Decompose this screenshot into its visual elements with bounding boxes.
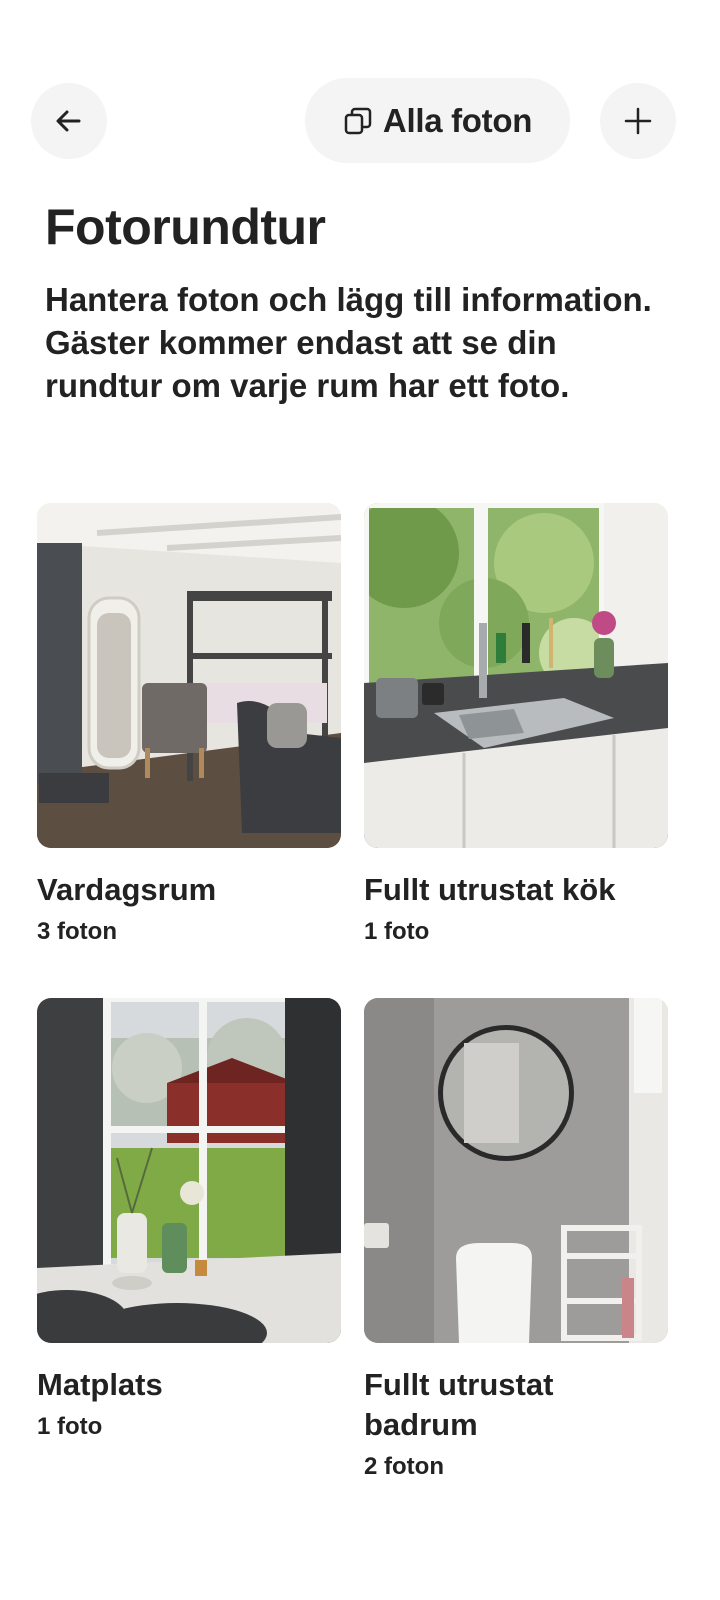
copy-stack-icon [344, 107, 372, 134]
page-title: Fotorundtur [45, 199, 326, 255]
room-card-bathroom[interactable]: Fullt utrustat badrum 2 foton [364, 998, 668, 1483]
room-photo-count: 1 foto [364, 918, 430, 945]
room-card-living-room[interactable]: Vardagsrum 3 foton [37, 503, 341, 948]
bathroom-photo [364, 998, 668, 1343]
dining-area-photo [37, 998, 341, 1343]
room-title: Fullt utrustat kök [364, 872, 616, 907]
plus-icon [624, 107, 652, 135]
room-card-kitchen[interactable]: Fullt utrustat kök 1 foto [364, 503, 668, 948]
room-photo-count: 2 foton [364, 1453, 444, 1480]
arrow-left-icon [56, 110, 81, 132]
room-card-dining-area[interactable]: Matplats 1 foto [37, 998, 341, 1443]
page-description: Hantera foton och lägg till information.… [45, 281, 652, 404]
kitchen-photo [364, 503, 668, 848]
all-photos-button[interactable]: Alla foton [305, 78, 570, 163]
room-photo-count: 3 foton [37, 918, 117, 945]
room-title: Matplats [37, 1367, 163, 1402]
room-photo-count: 1 foto [37, 1413, 103, 1440]
room-title: Vardagsrum [37, 872, 217, 907]
add-button[interactable] [600, 83, 676, 159]
photo-tour-screen: Alla foton Fotorundtur Hantera foton och… [0, 0, 720, 1600]
back-button[interactable] [31, 83, 107, 159]
room-title: Fullt utrustat badrum [364, 1367, 554, 1442]
living-room-photo [37, 503, 341, 848]
all-photos-label: Alla foton [382, 101, 533, 139]
